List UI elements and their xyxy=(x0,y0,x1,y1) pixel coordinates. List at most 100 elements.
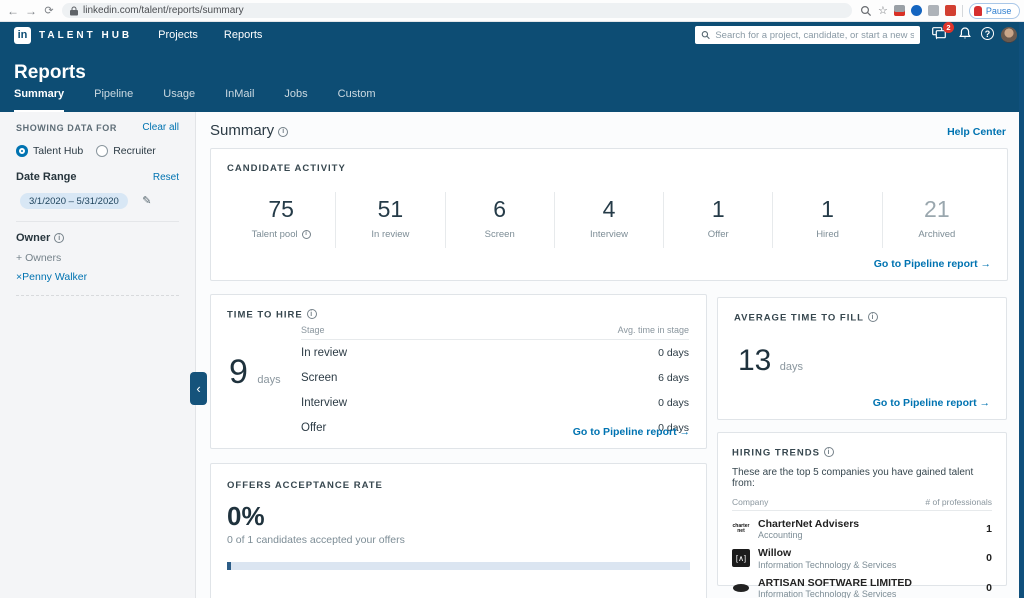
tab-summary[interactable]: Summary xyxy=(14,88,64,112)
brand-title: TALENT HUB xyxy=(39,30,132,41)
offers-acceptance-subtitle: 0 of 1 candidates accepted your offers xyxy=(227,534,690,546)
company-logo: [∧] xyxy=(732,549,750,567)
global-search[interactable] xyxy=(695,26,920,44)
extension-red-icon[interactable] xyxy=(945,5,956,16)
pause-label: Pause xyxy=(986,6,1012,16)
company-industry: Information Technology & Services xyxy=(758,589,912,598)
pause-button[interactable]: Pause xyxy=(969,3,1021,19)
url-bar[interactable]: linkedin.com/talent/reports/summary xyxy=(62,3,852,18)
nav-item-reports[interactable]: Reports xyxy=(224,29,263,41)
professionals-column-header: # of professionals xyxy=(925,497,992,507)
date-range-label: Date Range xyxy=(16,171,77,183)
help-icon[interactable]: ? xyxy=(981,27,994,40)
company-industry: Information Technology & Services xyxy=(758,560,896,570)
messages-icon[interactable]: 2 xyxy=(932,27,947,40)
pipeline-report-link[interactable]: Go to Pipeline report → xyxy=(873,397,990,409)
stat-interview: 4 Interview xyxy=(554,192,663,248)
scrollbar[interactable] xyxy=(1019,22,1024,598)
company-row: ARTISAN SOFTWARE LIMITED Information Tec… xyxy=(732,577,992,598)
stat-screen: 6 Screen xyxy=(445,192,554,248)
collapse-sidebar-button[interactable]: ‹ xyxy=(190,372,207,405)
company-name: CharterNet Advisers xyxy=(758,518,859,531)
hiring-trends-heading: HIRING TRENDSi xyxy=(732,447,992,459)
extension-pdf-icon[interactable] xyxy=(894,5,905,16)
company-column-header: Company xyxy=(732,497,768,507)
time-to-hire-heading: TIME TO HIREi xyxy=(227,309,690,321)
time-to-hire-card: TIME TO HIREi 9 days Stage Avg. time in … xyxy=(210,294,707,449)
showing-data-for-label: SHOWING DATA FOR xyxy=(16,123,117,133)
info-icon[interactable]: i xyxy=(307,309,317,319)
candidate-activity-stats: 75 Talent pooli 51 In review 6 Screen 4 … xyxy=(227,192,991,248)
plus-icon: + xyxy=(16,252,22,264)
lock-icon xyxy=(70,6,78,16)
company-row: [∧] Willow Information Technology & Serv… xyxy=(732,547,992,570)
tab-inmail[interactable]: InMail xyxy=(225,88,254,112)
screen: ← → ⟳ linkedin.com/talent/reports/summar… xyxy=(0,0,1024,598)
divider xyxy=(16,295,179,296)
stat-talent-pool: 75 Talent pooli xyxy=(227,192,335,248)
info-icon[interactable]: i xyxy=(824,447,834,457)
filters-sidebar: SHOWING DATA FOR Clear all Talent Hub Re… xyxy=(0,112,196,598)
avg-time-to-fill-heading: AVERAGE TIME TO FILLi xyxy=(734,312,990,324)
page-title: Reports xyxy=(14,62,86,84)
owner-chip-penny-walker[interactable]: ×Penny Walker xyxy=(16,271,195,283)
avg-time-column-header: Avg. time in stage xyxy=(618,325,689,335)
acceptance-progress-bar xyxy=(227,562,690,570)
top-nav: in TALENT HUB Projects Reports 2 ? xyxy=(0,22,1024,48)
stage-column-header: Stage xyxy=(301,325,325,335)
offers-acceptance-card: OFFERS ACCEPTANCE RATE 0% 0 of 1 candida… xyxy=(210,463,707,598)
professionals-count: 0 xyxy=(986,552,992,564)
url-text: linkedin.com/talent/reports/summary xyxy=(83,5,244,16)
recruiter-radio[interactable] xyxy=(96,145,108,157)
recruiter-radio-label: Recruiter xyxy=(113,145,156,157)
back-icon[interactable]: ← xyxy=(4,4,22,18)
reset-link[interactable]: Reset xyxy=(153,172,179,183)
extension-blue-icon[interactable] xyxy=(911,5,922,16)
company-logo xyxy=(732,579,750,597)
stat-archived: 21 Archived xyxy=(882,192,991,248)
edit-date-icon[interactable]: ✎ xyxy=(142,195,151,207)
clear-all-link[interactable]: Clear all xyxy=(142,122,179,133)
chevron-left-icon: ‹ xyxy=(196,381,200,396)
pipeline-report-link[interactable]: Go to Pipeline report → xyxy=(874,258,991,270)
company-logo: charter net xyxy=(732,520,750,538)
bell-icon[interactable] xyxy=(959,27,971,40)
talent-hub-radio[interactable] xyxy=(16,145,28,157)
table-row: In review 0 days xyxy=(301,340,689,365)
zoom-icon[interactable] xyxy=(860,5,872,17)
linkedin-logo-icon[interactable]: in xyxy=(14,27,31,44)
info-icon[interactable]: i xyxy=(54,233,64,243)
summary-title: Summaryi xyxy=(210,122,288,139)
company-name: ARTISAN SOFTWARE LIMITED xyxy=(758,577,912,590)
tab-usage[interactable]: Usage xyxy=(163,88,195,112)
search-input[interactable] xyxy=(715,30,914,41)
tab-pipeline[interactable]: Pipeline xyxy=(94,88,133,112)
info-icon[interactable]: i xyxy=(278,127,288,137)
stat-offer: 1 Offer xyxy=(663,192,772,248)
bookmark-star-icon[interactable]: ☆ xyxy=(878,4,888,17)
reload-icon[interactable]: ⟳ xyxy=(40,4,58,17)
add-owners-button[interactable]: + Owners xyxy=(16,252,195,264)
divider xyxy=(16,221,179,222)
browser-chrome: ← → ⟳ linkedin.com/talent/reports/summar… xyxy=(0,0,1024,22)
hiring-trends-description: These are the top 5 companies you have g… xyxy=(732,467,992,489)
info-icon[interactable]: i xyxy=(868,312,878,322)
report-tabs: Summary Pipeline Usage InMail Jobs Custo… xyxy=(14,88,406,112)
stat-in-review: 51 In review xyxy=(335,192,444,248)
info-icon[interactable]: i xyxy=(302,230,311,239)
tab-jobs[interactable]: Jobs xyxy=(284,88,307,112)
talent-hub-radio-label: Talent Hub xyxy=(33,145,83,157)
tab-custom[interactable]: Custom xyxy=(338,88,376,112)
time-to-hire-value: 9 days xyxy=(229,353,281,392)
avatar[interactable] xyxy=(1001,27,1017,43)
help-center-link[interactable]: Help Center xyxy=(947,126,1006,138)
date-range-chip[interactable]: 3/1/2020 – 5/31/2020 xyxy=(20,193,128,209)
extension-gray-icon[interactable] xyxy=(928,5,939,16)
candidate-activity-card: CANDIDATE ACTIVITY 75 Talent pooli 51 In… xyxy=(210,148,1008,281)
nav-item-projects[interactable]: Projects xyxy=(158,29,198,41)
forward-icon[interactable]: → xyxy=(22,4,40,18)
notification-badge: 2 xyxy=(943,22,954,33)
pipeline-report-link[interactable]: Go to Pipeline report → xyxy=(573,426,690,438)
record-icon xyxy=(974,6,982,16)
company-name: Willow xyxy=(758,547,896,560)
